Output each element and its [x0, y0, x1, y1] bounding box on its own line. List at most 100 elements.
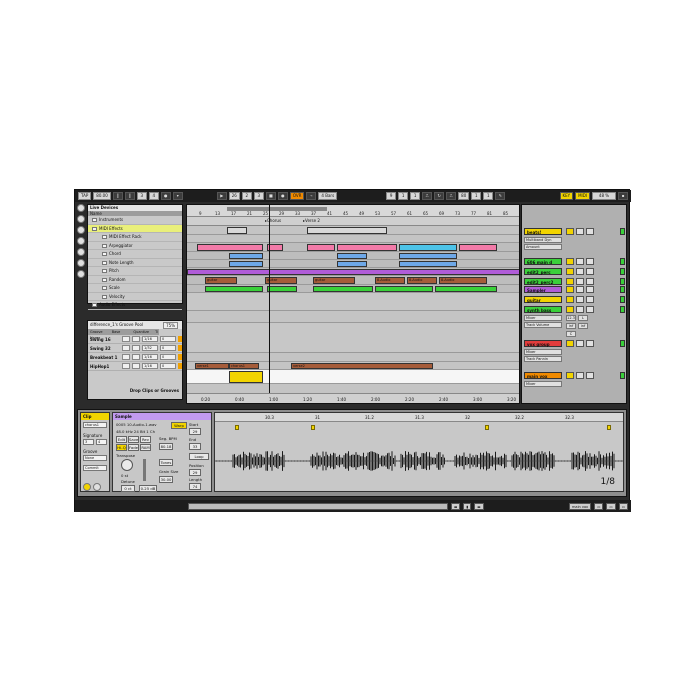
punch-out-icon[interactable]: ⎍	[446, 192, 457, 200]
mixer-value[interactable]: inf	[578, 323, 588, 329]
browser-item[interactable]: Velocity	[88, 293, 182, 301]
gain-field[interactable]: 0.25 dB	[139, 485, 157, 492]
arrangement-clip[interactable]	[337, 244, 397, 251]
track-lane[interactable]: guitar guitar guitar 8-Audio 8-Audio 8-Audio	[187, 276, 519, 285]
automation-device-select[interactable]: Mixer	[524, 349, 562, 355]
signature-denominator[interactable]: 4	[148, 192, 159, 200]
sample-ruler[interactable]: 30.3 31 31.2 31.3 32 32.2 32.3	[215, 413, 623, 422]
automation-param-select[interactable]: Track Volume	[524, 322, 562, 328]
detune-field[interactable]: 0 ct	[121, 485, 135, 492]
clip-color-icon[interactable]	[93, 483, 101, 491]
groove-select[interactable]: None	[83, 455, 107, 461]
loop-start-beat[interactable]: 1	[398, 192, 409, 200]
track-lane[interactable]	[187, 370, 519, 384]
track-title[interactable]: Sampler	[524, 286, 562, 293]
arrangement-clip[interactable]	[229, 371, 263, 383]
arrangement-clip[interactable]: chorus1	[229, 363, 259, 369]
browser-item[interactable]: Scale	[88, 284, 182, 293]
loop-start-sixteenth[interactable]: 1	[410, 192, 421, 200]
track-activator[interactable]	[566, 258, 574, 265]
detail-device-icon[interactable]: ▭	[606, 502, 616, 510]
arrangement-clip[interactable]	[227, 227, 247, 234]
track-lane[interactable]	[187, 353, 519, 362]
arrangement-clip[interactable]	[459, 244, 497, 251]
loop-length-sixteenth[interactable]: 1	[483, 192, 494, 200]
clip-name-field[interactable]: chorus1	[83, 422, 107, 428]
beat-ruler[interactable]: 9 13 17 21 25 29 33 37 41 45 49 53 57 61 65 69 73 77 81 85 8…	[187, 205, 519, 217]
track-solo[interactable]	[576, 372, 584, 379]
track-lane[interactable]	[187, 285, 519, 293]
track-activator[interactable]	[566, 278, 574, 285]
arrangement-clip[interactable]	[267, 286, 297, 292]
track-activator[interactable]	[566, 286, 574, 293]
groove-quantize[interactable]: 0	[160, 336, 176, 342]
arrangement-clip[interactable]	[337, 253, 367, 259]
groove-pool-icon[interactable]	[77, 259, 85, 267]
track-lane[interactable]	[187, 235, 519, 243]
track-title[interactable]: edit2_perc	[524, 268, 562, 275]
track-arm[interactable]	[586, 296, 594, 303]
nudge-down-button[interactable]: ‖	[112, 192, 123, 200]
loop-icon[interactable]: ↻	[434, 192, 445, 200]
track-activator[interactable]	[566, 228, 574, 235]
track-title[interactable]: 606 main d	[524, 258, 562, 265]
groove-row[interactable]: HipHop1 1/16 0	[88, 362, 182, 371]
track-lane[interactable]	[187, 260, 519, 268]
arrangement-clip[interactable]	[375, 286, 433, 292]
browser-item[interactable]: MIDI Effects	[88, 224, 182, 233]
arrangement-clip[interactable]	[307, 227, 387, 234]
arrangement-clip[interactable]	[205, 286, 263, 292]
gain-slider[interactable]	[143, 459, 146, 481]
groove-row[interactable]: Swing 16 1/16 0	[88, 335, 182, 344]
end-field[interactable]: 33	[189, 443, 201, 450]
track-title[interactable]: guitar	[524, 296, 562, 303]
browser-item[interactable]: Random	[88, 276, 182, 284]
warp-marker[interactable]	[607, 425, 611, 430]
browser-item[interactable]: Chord	[88, 250, 182, 259]
loop-start-bar[interactable]: 9	[386, 192, 397, 200]
browser-item[interactable]: Instruments	[88, 216, 182, 225]
arrangement-view[interactable]: 9 13 17 21 25 29 33 37 41 45 49 53 57 61 65 69 73 77 81 85 8…	[186, 204, 520, 404]
track-arm[interactable]	[586, 286, 594, 293]
track-arm[interactable]	[586, 340, 594, 347]
tap-button[interactable]: TAP	[78, 192, 92, 200]
arrangement-clip[interactable]: 8-Audio	[439, 277, 487, 284]
ovr-button[interactable]: OVR	[289, 192, 305, 200]
groove-commit-icon[interactable]	[132, 336, 140, 342]
quantize-select[interactable]: 4 Bars	[318, 192, 338, 200]
transpose-knob[interactable]	[121, 459, 133, 471]
detail-clip-icon[interactable]: ▭	[594, 502, 604, 510]
grain-size-field[interactable]: 30.00	[159, 476, 173, 483]
midi-map-button[interactable]: MIDI	[575, 192, 590, 200]
warp-button[interactable]: Warp	[171, 422, 187, 429]
arrangement-clip[interactable]	[313, 286, 373, 292]
arrangement-clip[interactable]	[399, 244, 457, 251]
track-arm[interactable]	[586, 278, 594, 285]
track-arm[interactable]	[586, 306, 594, 313]
locator-verse2[interactable]: ▸Verse 2	[303, 218, 320, 223]
automation-param-select[interactable]: Track Pannin	[524, 356, 562, 362]
groove-hot-swap-icon[interactable]	[122, 345, 130, 351]
track-lane[interactable]	[187, 268, 519, 276]
groove-hot-swap-icon[interactable]	[122, 336, 130, 342]
stop-icon[interactable]: ■	[265, 192, 276, 200]
arrangement-clip[interactable]: guitar	[205, 277, 237, 284]
arrangement-clip[interactable]	[337, 261, 367, 267]
track-arm[interactable]	[586, 228, 594, 235]
clip-signature-field[interactable]: 3	[83, 439, 94, 445]
groove-base[interactable]: 1/16	[142, 354, 158, 360]
track-arm[interactable]	[586, 372, 594, 379]
track-lane[interactable]	[187, 252, 519, 260]
track-solo[interactable]	[576, 296, 584, 303]
automation-icon[interactable]: ⌁	[306, 192, 317, 200]
position-sixteenth[interactable]: 3	[253, 192, 264, 200]
groove-base[interactable]: 1/16	[142, 363, 158, 369]
arrangement-clip[interactable]	[399, 253, 457, 259]
track-activator[interactable]	[566, 296, 574, 303]
save-button[interactable]: Save	[128, 436, 139, 443]
groove-commit-icon[interactable]	[132, 363, 140, 369]
arrangement-clip[interactable]: 8-Audio	[407, 277, 437, 284]
record-icon[interactable]: ●	[277, 192, 288, 200]
browser-item[interactable]: MIDI Effect Rack	[88, 233, 182, 242]
track-activator[interactable]	[566, 372, 574, 379]
